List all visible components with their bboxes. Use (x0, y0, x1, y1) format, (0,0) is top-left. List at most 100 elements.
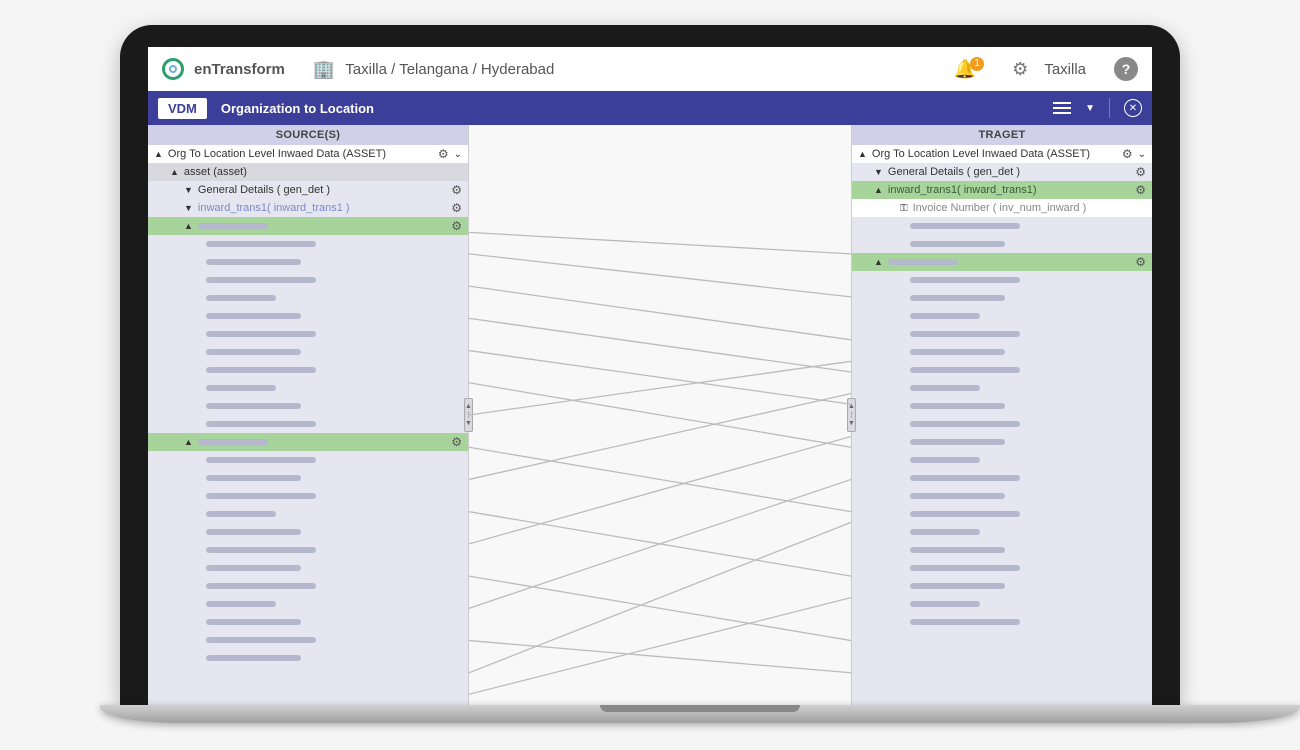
list-item[interactable] (852, 595, 1152, 613)
laptop-base (100, 705, 1300, 723)
placeholder (910, 421, 1020, 427)
list-item[interactable] (148, 343, 468, 361)
user-name[interactable]: Taxilla (1044, 61, 1086, 78)
list-item[interactable] (148, 559, 468, 577)
source-tree[interactable]: ▲ Org To Location Level Inwaed Data (ASS… (148, 145, 468, 705)
list-item[interactable] (148, 271, 468, 289)
caret-up-icon[interactable]: ▲ (874, 185, 883, 195)
gear-icon[interactable]: ⚙ (451, 201, 462, 215)
caret-up-icon[interactable]: ▲ (874, 257, 883, 267)
list-item[interactable] (148, 523, 468, 541)
gear-icon[interactable]: ⚙ (451, 219, 462, 233)
list-item[interactable] (852, 289, 1152, 307)
list-item[interactable] (148, 577, 468, 595)
list-item[interactable] (148, 235, 468, 253)
list-item[interactable] (148, 289, 468, 307)
source-group-2[interactable]: ▲ ⚙ (148, 433, 468, 451)
list-item[interactable] (148, 541, 468, 559)
gear-icon[interactable]: ⚙ (451, 183, 462, 197)
placeholder (206, 583, 316, 589)
hamburger-menu-icon[interactable] (1053, 102, 1071, 114)
gear-icon[interactable]: ⚙ (1135, 165, 1146, 179)
mapping-canvas[interactable]: ▲⋮▼ ▲⋮▼ (468, 125, 852, 705)
list-item[interactable] (852, 487, 1152, 505)
caret-up-icon[interactable]: ▲ (154, 149, 163, 159)
target-inward-label: inward_trans1( inward_trans1) (888, 184, 1037, 196)
list-item[interactable] (852, 379, 1152, 397)
source-gendet-row[interactable]: ▼ General Details ( gen_det ) ⚙ (148, 181, 468, 199)
target-root-row[interactable]: ▲ Org To Location Level Inwaed Data (ASS… (852, 145, 1152, 163)
gear-icon[interactable]: ⚙ (451, 435, 462, 449)
target-inward-row[interactable]: ▲ inward_trans1( inward_trans1) ⚙ (852, 181, 1152, 199)
list-item[interactable] (148, 595, 468, 613)
list-item[interactable] (852, 217, 1152, 235)
building-icon[interactable]: 🏢 (313, 59, 335, 80)
target-group-2[interactable]: ▲ ⚙ (852, 253, 1152, 271)
gear-icon[interactable]: ⚙ (1122, 147, 1133, 161)
list-item[interactable] (148, 451, 468, 469)
caret-down-icon[interactable]: ▼ (874, 167, 883, 177)
chevron-down-icon[interactable]: ⌄ (454, 149, 462, 160)
caret-up-icon[interactable]: ▲ (184, 221, 193, 231)
gear-icon[interactable]: ⚙ (1135, 255, 1146, 269)
settings-gear-icon[interactable]: ⚙ (1012, 59, 1028, 80)
chevron-down-icon[interactable]: ⌄ (1138, 149, 1146, 160)
dropdown-caret-icon[interactable]: ▼ (1085, 103, 1095, 114)
list-item[interactable] (852, 613, 1152, 631)
gear-icon[interactable]: ⚙ (1135, 183, 1146, 197)
source-group-1[interactable]: ▲ ⚙ (148, 217, 468, 235)
list-item[interactable] (148, 487, 468, 505)
caret-up-icon[interactable]: ▲ (170, 167, 179, 177)
list-item[interactable] (852, 271, 1152, 289)
caret-up-icon[interactable]: ▲ (858, 149, 867, 159)
list-item[interactable] (852, 523, 1152, 541)
list-item[interactable] (148, 649, 468, 667)
source-root-row[interactable]: ▲ Org To Location Level Inwaed Data (ASS… (148, 145, 468, 163)
list-item[interactable] (148, 397, 468, 415)
list-item[interactable] (148, 631, 468, 649)
placeholder (206, 565, 301, 571)
list-item[interactable] (852, 361, 1152, 379)
help-icon[interactable]: ? (1114, 57, 1138, 81)
list-item[interactable] (148, 505, 468, 523)
breadcrumb[interactable]: Taxilla / Telangana / Hyderabad (345, 61, 554, 78)
list-item[interactable] (148, 469, 468, 487)
list-item[interactable] (148, 307, 468, 325)
list-item[interactable] (148, 361, 468, 379)
placeholder (206, 295, 276, 301)
list-item[interactable] (852, 415, 1152, 433)
target-gendet-row[interactable]: ▼ General Details ( gen_det ) ⚙ (852, 163, 1152, 181)
notification-bell-icon[interactable]: 🔔 1 (954, 59, 976, 80)
list-item[interactable] (852, 505, 1152, 523)
vdm-chip[interactable]: VDM (158, 98, 207, 119)
target-key-row[interactable]: ⚿ Invoice Number ( inv_num_inward ) (852, 199, 1152, 217)
placeholder (206, 367, 316, 373)
list-item[interactable] (852, 541, 1152, 559)
caret-down-icon[interactable]: ▼ (184, 203, 193, 213)
list-item[interactable] (852, 469, 1152, 487)
source-inward-row[interactable]: ▼ inward_trans1( inward_trans1 ) ⚙ (148, 199, 468, 217)
list-item[interactable] (852, 397, 1152, 415)
placeholder (910, 223, 1020, 229)
gear-icon[interactable]: ⚙ (438, 147, 449, 161)
list-item[interactable] (852, 559, 1152, 577)
list-item[interactable] (852, 325, 1152, 343)
list-item[interactable] (148, 253, 468, 271)
list-item[interactable] (852, 235, 1152, 253)
close-icon[interactable]: ✕ (1124, 99, 1142, 117)
list-item[interactable] (148, 325, 468, 343)
source-asset-row[interactable]: ▲ asset (asset) (148, 163, 468, 181)
list-item[interactable] (852, 577, 1152, 595)
target-tree[interactable]: ▲ Org To Location Level Inwaed Data (ASS… (852, 145, 1152, 705)
list-item[interactable] (852, 307, 1152, 325)
placeholder (910, 241, 1005, 247)
list-item[interactable] (148, 379, 468, 397)
caret-up-icon[interactable]: ▲ (184, 437, 193, 447)
nav-right: ▼ ✕ (1053, 98, 1142, 118)
list-item[interactable] (852, 433, 1152, 451)
list-item[interactable] (852, 343, 1152, 361)
caret-down-icon[interactable]: ▼ (184, 185, 193, 195)
list-item[interactable] (852, 451, 1152, 469)
list-item[interactable] (148, 613, 468, 631)
list-item[interactable] (148, 415, 468, 433)
